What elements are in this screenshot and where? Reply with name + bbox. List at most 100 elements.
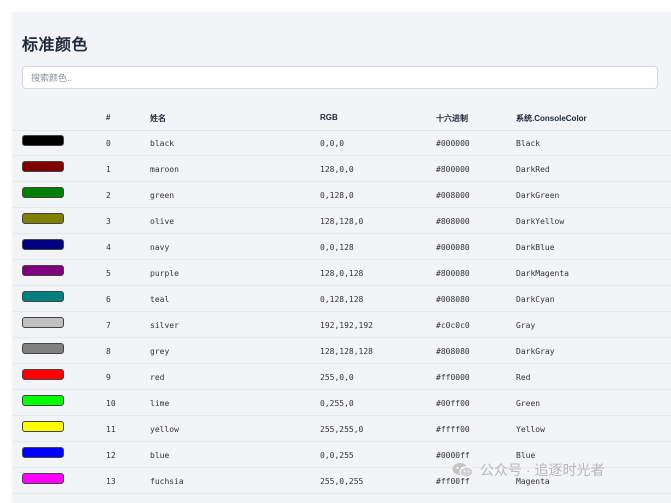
color-rgb: 128,0,0 — [320, 165, 354, 174]
watermark: 公众号 · 追逐时光者 — [452, 460, 604, 480]
color-table-body: 0 black 0,0,0 #000000 Black 1 maroon 128,0,0 #80… — [12, 130, 671, 494]
table-row: 0 black 0,0,0 #000000 Black — [12, 130, 671, 156]
column-header-name: 姓名 — [150, 114, 166, 123]
color-name: black — [150, 139, 175, 148]
color-name: red — [150, 373, 165, 382]
row-index: 7 — [106, 321, 111, 330]
color-name: olive — [150, 217, 175, 226]
watermark-text: 公众号 · 追逐时光者 — [480, 462, 605, 478]
color-name: maroon — [150, 165, 179, 174]
color-name: teal — [150, 295, 170, 304]
color-swatch — [22, 135, 64, 146]
row-index: 11 — [106, 425, 116, 434]
column-header-rgb: RGB — [320, 113, 338, 122]
row-index: 8 — [106, 347, 111, 356]
color-swatch — [22, 447, 64, 458]
console-color: Gray — [516, 321, 536, 330]
color-swatch — [22, 239, 64, 250]
color-swatch — [22, 369, 64, 380]
color-hex: #808000 — [436, 217, 470, 226]
color-swatch — [22, 291, 64, 302]
row-index: 4 — [106, 243, 111, 252]
console-color: Yellow — [516, 425, 545, 434]
table-row: 7 silver 192,192,192 #c0c0c0 Gray — [12, 312, 671, 338]
color-name: green — [150, 191, 175, 200]
row-index: 10 — [106, 399, 116, 408]
color-hex: #00ff00 — [436, 399, 470, 408]
color-hex: #800000 — [436, 165, 470, 174]
color-rgb: 255,0,0 — [320, 373, 354, 382]
color-hex: #008000 — [436, 191, 470, 200]
color-rgb: 255,255,0 — [320, 425, 364, 434]
color-swatch — [22, 473, 64, 484]
row-index: 1 — [106, 165, 111, 174]
color-hex: #0000ff — [436, 451, 470, 460]
table-row: 8 grey 128,128,128 #808080 DarkGray — [12, 338, 671, 364]
console-color: DarkCyan — [516, 295, 555, 304]
color-hex: #008080 — [436, 295, 470, 304]
table-header: # 姓名 RGB 十六进制 系统.ConsoleColor — [12, 104, 671, 131]
console-color: Black — [516, 139, 541, 148]
color-rgb: 128,128,128 — [320, 347, 373, 356]
color-name: navy — [150, 243, 170, 252]
color-swatch — [22, 343, 64, 354]
color-rgb: 128,128,0 — [320, 217, 364, 226]
console-color: DarkRed — [516, 165, 550, 174]
table-row: 9 red 255,0,0 #ff0000 Red — [12, 364, 671, 390]
table-row: 3 olive 128,128,0 #808000 DarkYellow — [12, 208, 671, 234]
row-index: 13 — [106, 477, 116, 486]
row-index: 5 — [106, 269, 111, 278]
color-name: purple — [150, 269, 179, 278]
color-name: lime — [150, 399, 170, 408]
table-row: 6 teal 0,128,128 #008080 DarkCyan — [12, 286, 671, 312]
console-color: DarkYellow — [516, 217, 565, 226]
color-panel: 标准颜色 # 姓名 RGB 十六进制 系统.ConsoleColor 0 blac… — [12, 12, 671, 503]
color-name: grey — [150, 347, 170, 356]
console-color: Red — [516, 373, 531, 382]
color-rgb: 0,128,0 — [320, 191, 354, 200]
wechat-icon — [452, 463, 474, 478]
color-rgb: 0,128,128 — [320, 295, 364, 304]
color-rgb: 192,192,192 — [320, 321, 373, 330]
color-rgb: 0,0,0 — [320, 139, 345, 148]
color-rgb: 255,0,255 — [320, 477, 364, 486]
color-hex: #000000 — [436, 139, 470, 148]
table-row: 5 purple 128,0,128 #800080 DarkMagenta — [12, 260, 671, 286]
color-swatch — [22, 187, 64, 198]
table-row: 1 maroon 128,0,0 #800000 DarkRed — [12, 156, 671, 182]
table-row: 10 lime 0,255,0 #00ff00 Green — [12, 390, 671, 416]
color-rgb: 0,255,0 — [320, 399, 354, 408]
row-index: 0 — [106, 139, 111, 148]
row-index: 2 — [106, 191, 111, 200]
color-hex: #ff0000 — [436, 373, 470, 382]
color-swatch — [22, 161, 64, 172]
page-title: 标准颜色 — [22, 37, 89, 54]
color-hex: #c0c0c0 — [436, 321, 470, 330]
color-swatch — [22, 421, 64, 432]
column-header-index: # — [106, 113, 111, 122]
column-header-hex: 十六进制 — [436, 114, 468, 123]
color-swatch — [22, 265, 64, 276]
color-hex: #800080 — [436, 269, 470, 278]
console-color: Blue — [516, 451, 536, 460]
console-color: DarkGray — [516, 347, 555, 356]
color-swatch — [22, 395, 64, 406]
color-swatch — [22, 317, 64, 328]
color-name: fuchsia — [150, 477, 184, 486]
row-index: 6 — [106, 295, 111, 304]
row-index: 3 — [106, 217, 111, 226]
table-row: 4 navy 0,0,128 #000080 DarkBlue — [12, 234, 671, 260]
row-index: 12 — [106, 451, 116, 460]
table-row: 2 green 0,128,0 #008000 DarkGreen — [12, 182, 671, 208]
color-rgb: 128,0,128 — [320, 269, 364, 278]
search-input[interactable] — [22, 66, 658, 89]
color-swatch — [22, 213, 64, 224]
color-name: yellow — [150, 425, 179, 434]
row-index: 9 — [106, 373, 111, 382]
color-hex: #ffff00 — [436, 425, 470, 434]
console-color: DarkMagenta — [516, 269, 569, 278]
color-rgb: 0,0,255 — [320, 451, 354, 460]
color-name: silver — [150, 321, 179, 330]
column-header-console-color: 系统.ConsoleColor — [516, 114, 587, 123]
console-color: DarkGreen — [516, 191, 560, 200]
